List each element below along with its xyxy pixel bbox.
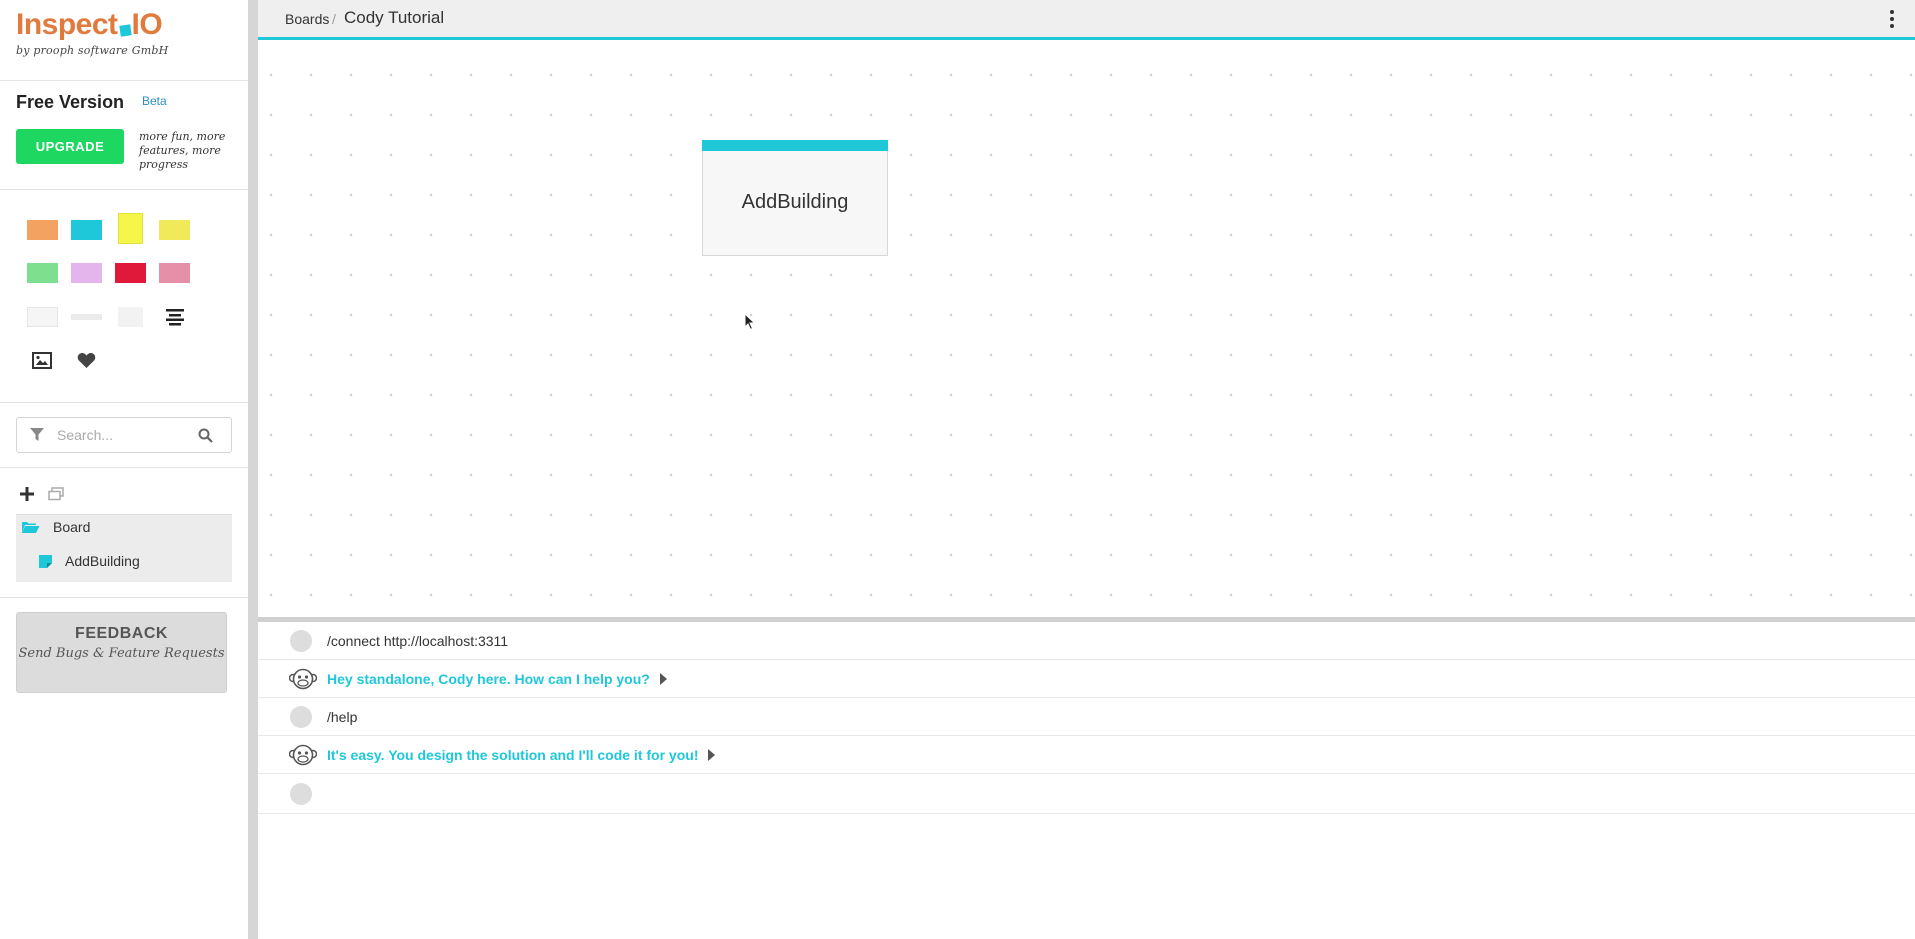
sticky-note-icon — [39, 554, 53, 568]
sidebar-resize-handle[interactable] — [248, 0, 258, 939]
card-yellow-tall-swatch[interactable] — [118, 213, 143, 244]
feedback-button[interactable]: FEEDBACK Send Bugs & Feature Requests — [16, 612, 227, 693]
console-command-text: /help — [327, 709, 358, 725]
upgrade-button[interactable]: UPGRADE — [16, 129, 124, 164]
feedback-subtitle: Send Bugs & Feature Requests — [18, 646, 225, 661]
divider — [0, 189, 248, 190]
logo-square-icon — [118, 23, 132, 37]
folder-open-icon — [21, 520, 43, 534]
cody-avatar-icon — [288, 668, 318, 695]
feedback-title: FEEDBACK — [75, 625, 168, 642]
board-canvas[interactable]: AddBuilding — [258, 43, 1915, 617]
board-title: Cody Tutorial — [344, 8, 445, 27]
sidebar: Inspect IO by prooph software GmbH Free V… — [0, 0, 248, 939]
card-orange-swatch[interactable] — [27, 220, 58, 240]
heart-icon[interactable] — [77, 352, 96, 374]
card-lilac-swatch[interactable] — [71, 263, 102, 283]
line-swatch[interactable] — [71, 314, 102, 320]
console-line: Hey standalone, Cody here. How can I hel… — [258, 660, 1915, 698]
sticky-card-addbuilding[interactable]: AddBuilding — [702, 140, 888, 256]
brand-byline: by prooph software GmbH — [16, 44, 169, 57]
cody-message-text: It's easy. You design the solution and I… — [327, 747, 699, 763]
console-line: /help — [258, 698, 1915, 736]
console-input-line[interactable] — [258, 774, 1915, 814]
card-cyan-swatch[interactable] — [71, 220, 102, 240]
image-icon[interactable] — [32, 352, 52, 374]
add-icon[interactable] — [20, 487, 34, 506]
divider — [0, 80, 248, 81]
cody-message[interactable]: It's easy. You design the solution and I… — [327, 747, 716, 763]
user-avatar — [290, 783, 312, 805]
brand-name-left: Inspect — [16, 8, 118, 41]
app-logo[interactable]: Inspect IO by prooph software GmbH — [16, 8, 169, 58]
sticky-card-label: AddBuilding — [741, 191, 849, 213]
divider — [0, 467, 248, 468]
cody-console: /connect http://localhost:3311 Hey stand… — [258, 622, 1915, 939]
divider — [0, 597, 248, 598]
user-avatar — [290, 706, 312, 728]
search-input[interactable] — [57, 427, 187, 443]
card-pink-swatch[interactable] — [159, 263, 190, 283]
more-options-icon[interactable] — [1889, 10, 1895, 28]
divider — [0, 402, 248, 403]
plan-title: Free Version — [16, 92, 125, 112]
frame-swatch[interactable] — [27, 307, 58, 327]
mouse-cursor-icon — [744, 312, 756, 336]
brand-name-right: IO — [131, 8, 163, 41]
cody-message-text: Hey standalone, Cody here. How can I hel… — [327, 671, 650, 687]
filter-icon[interactable] — [17, 428, 57, 442]
align-center-icon[interactable] — [165, 307, 185, 332]
search-box — [16, 417, 232, 453]
card-yellow-swatch[interactable] — [159, 220, 190, 240]
tree-folder-board[interactable]: Board — [21, 519, 90, 535]
breadcrumb-boards-link[interactable]: Boards — [285, 11, 329, 27]
expand-caret-icon[interactable] — [659, 673, 667, 685]
console-command-text: /connect http://localhost:3311 — [327, 633, 509, 649]
console-line: It's easy. You design the solution and I… — [258, 736, 1915, 774]
tree-item-addbuilding[interactable]: AddBuilding — [39, 553, 140, 569]
top-bar: Boards / Cody Tutorial — [258, 0, 1915, 40]
upgrade-note: more fun, more features, more progress — [139, 130, 226, 171]
expand-caret-icon[interactable] — [708, 749, 716, 761]
sticky-card-color-bar — [702, 140, 888, 151]
text-card-swatch[interactable] — [118, 307, 143, 327]
search-icon[interactable] — [187, 428, 223, 443]
tree-folder-label: Board — [53, 519, 91, 535]
beta-badge: Beta — [142, 94, 167, 108]
tree-item-label: AddBuilding — [65, 553, 140, 569]
cody-message[interactable]: Hey standalone, Cody here. How can I hel… — [327, 671, 667, 687]
card-green-swatch[interactable] — [27, 263, 58, 283]
board-tree: Board AddBuilding — [16, 514, 232, 582]
tree-toolbar — [20, 487, 64, 506]
user-avatar — [290, 630, 312, 652]
cody-avatar-icon — [288, 744, 318, 771]
card-red-swatch[interactable] — [115, 263, 146, 283]
breadcrumb-separator: / — [332, 11, 336, 27]
collapse-all-icon[interactable] — [48, 487, 64, 506]
console-line: /connect http://localhost:3311 — [258, 622, 1915, 660]
